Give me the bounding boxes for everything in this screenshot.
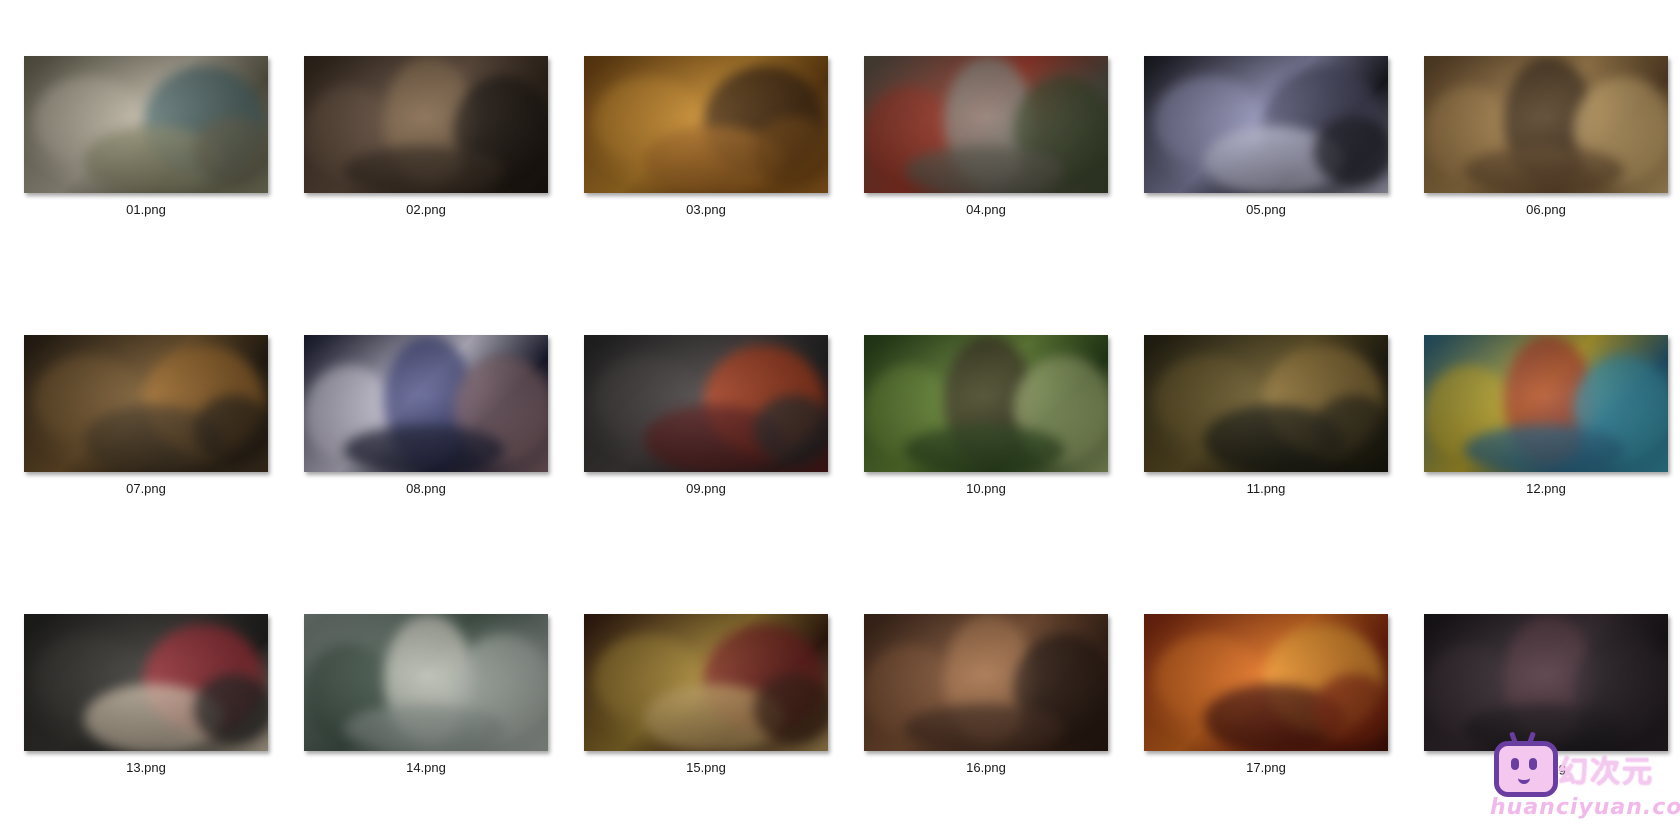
watermark-url-text: huanciyuan.com — [1490, 795, 1680, 820]
image-thumbnail[interactable] — [1144, 56, 1388, 193]
file-name-label: 02.png — [406, 202, 446, 217]
file-name-label: 10.png — [966, 481, 1006, 496]
image-thumbnail[interactable] — [584, 56, 828, 193]
file-name-label: 11.png — [1246, 481, 1286, 496]
file-thumbnail-item[interactable]: 14.png — [304, 614, 548, 827]
file-thumbnail-item[interactable]: 17.png — [1144, 614, 1388, 827]
file-thumbnail-item[interactable]: 12.png — [1424, 335, 1668, 579]
image-thumbnail[interactable] — [584, 614, 828, 751]
file-name-label: 16.png — [966, 760, 1006, 775]
file-thumbnail-item[interactable]: 15.png — [584, 614, 828, 827]
file-name-label: 17.png — [1246, 760, 1286, 775]
image-thumbnail[interactable] — [1424, 335, 1668, 472]
image-thumbnail[interactable] — [304, 56, 548, 193]
file-name-label: 08.png — [406, 481, 446, 496]
file-explorer-view: 01.png 02.png 03.png 04.png 05.png 06.png 07.p… — [0, 0, 1680, 827]
file-name-label: 06.png — [1526, 202, 1566, 217]
watermark-chinese-text: 幻次元 — [1558, 755, 1654, 790]
file-thumbnail-item[interactable]: 05.png — [1144, 56, 1388, 300]
file-thumbnail-item[interactable]: 02.png — [304, 56, 548, 300]
image-thumbnail[interactable] — [584, 335, 828, 472]
file-thumbnail-item[interactable]: 13.png — [24, 614, 268, 827]
image-thumbnail[interactable] — [24, 614, 268, 751]
image-thumbnail[interactable] — [24, 56, 268, 193]
file-thumbnail-item[interactable]: 10.png — [864, 335, 1108, 579]
thumbnail-grid: 01.png 02.png 03.png 04.png 05.png 06.png 07.p… — [24, 56, 1668, 827]
file-name-label: 14.png — [406, 760, 446, 775]
image-thumbnail[interactable] — [864, 614, 1108, 751]
file-thumbnail-item[interactable]: 07.png — [24, 335, 268, 579]
watermark: 幻次元 huanciyuan.com — [1490, 731, 1680, 823]
file-thumbnail-item[interactable]: 11.png — [1144, 335, 1388, 579]
file-thumbnail-item[interactable]: 09.png — [584, 335, 828, 579]
image-thumbnail[interactable] — [1144, 614, 1388, 751]
file-name-label: 01.png — [126, 202, 166, 217]
image-thumbnail[interactable] — [1424, 56, 1668, 193]
file-thumbnail-item[interactable]: 06.png — [1424, 56, 1668, 300]
image-thumbnail[interactable] — [1144, 335, 1388, 472]
file-name-label: 09.png — [686, 481, 726, 496]
file-name-label: 03.png — [686, 202, 726, 217]
file-thumbnail-item[interactable]: 03.png — [584, 56, 828, 300]
file-name-label: 15.png — [686, 760, 726, 775]
robot-logo-icon — [1494, 731, 1558, 797]
file-name-label: 05.png — [1246, 202, 1286, 217]
image-thumbnail[interactable] — [864, 335, 1108, 472]
image-thumbnail[interactable] — [304, 614, 548, 751]
file-thumbnail-item[interactable]: 04.png — [864, 56, 1108, 300]
image-thumbnail[interactable] — [304, 335, 548, 472]
file-thumbnail-item[interactable]: 08.png — [304, 335, 548, 579]
file-name-label: 07.png — [126, 481, 166, 496]
file-thumbnail-item[interactable]: 01.png — [24, 56, 268, 300]
file-thumbnail-item[interactable]: 16.png — [864, 614, 1108, 827]
image-thumbnail[interactable] — [1424, 614, 1668, 751]
file-name-label: 04.png — [966, 202, 1006, 217]
file-name-label: 12.png — [1526, 481, 1566, 496]
file-name-label: 13.png — [126, 760, 166, 775]
image-thumbnail[interactable] — [864, 56, 1108, 193]
image-thumbnail[interactable] — [24, 335, 268, 472]
